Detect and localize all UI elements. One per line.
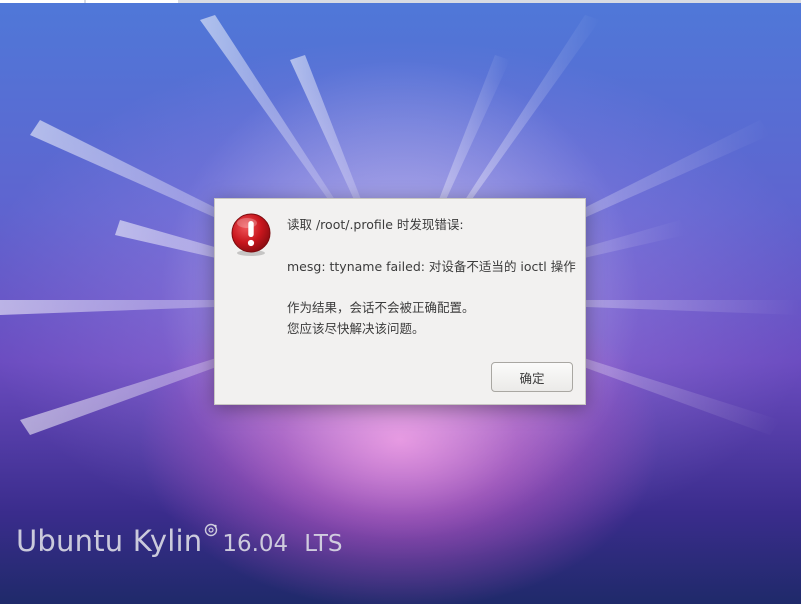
top-panel-strip bbox=[0, 0, 801, 3]
error-icon bbox=[231, 213, 271, 256]
error-message-detail: mesg: ttyname failed: 对设备不适当的 ioctl 操作 bbox=[287, 259, 576, 274]
ubuntu-kylin-logo-icon bbox=[205, 523, 218, 537]
error-message-consequence: 作为结果，会话不会被正确配置。 bbox=[287, 300, 475, 315]
error-message-title: 读取 /root/.profile 时发现错误: bbox=[287, 217, 464, 232]
brand-name: Ubuntu Kylin bbox=[16, 524, 203, 558]
error-dialog: 读取 /root/.profile 时发现错误: mesg: ttyname f… bbox=[214, 198, 586, 405]
distro-branding: Ubuntu Kylin 16.04 LTS bbox=[16, 523, 343, 558]
ok-button[interactable]: 确定 bbox=[491, 362, 573, 392]
top-panel-segment bbox=[86, 0, 178, 3]
top-panel-segment bbox=[0, 0, 84, 3]
error-message-advice: 您应该尽快解决该问题。 bbox=[287, 321, 425, 336]
brand-edition: LTS bbox=[304, 531, 343, 557]
brand-version: 16.04 bbox=[222, 531, 289, 557]
